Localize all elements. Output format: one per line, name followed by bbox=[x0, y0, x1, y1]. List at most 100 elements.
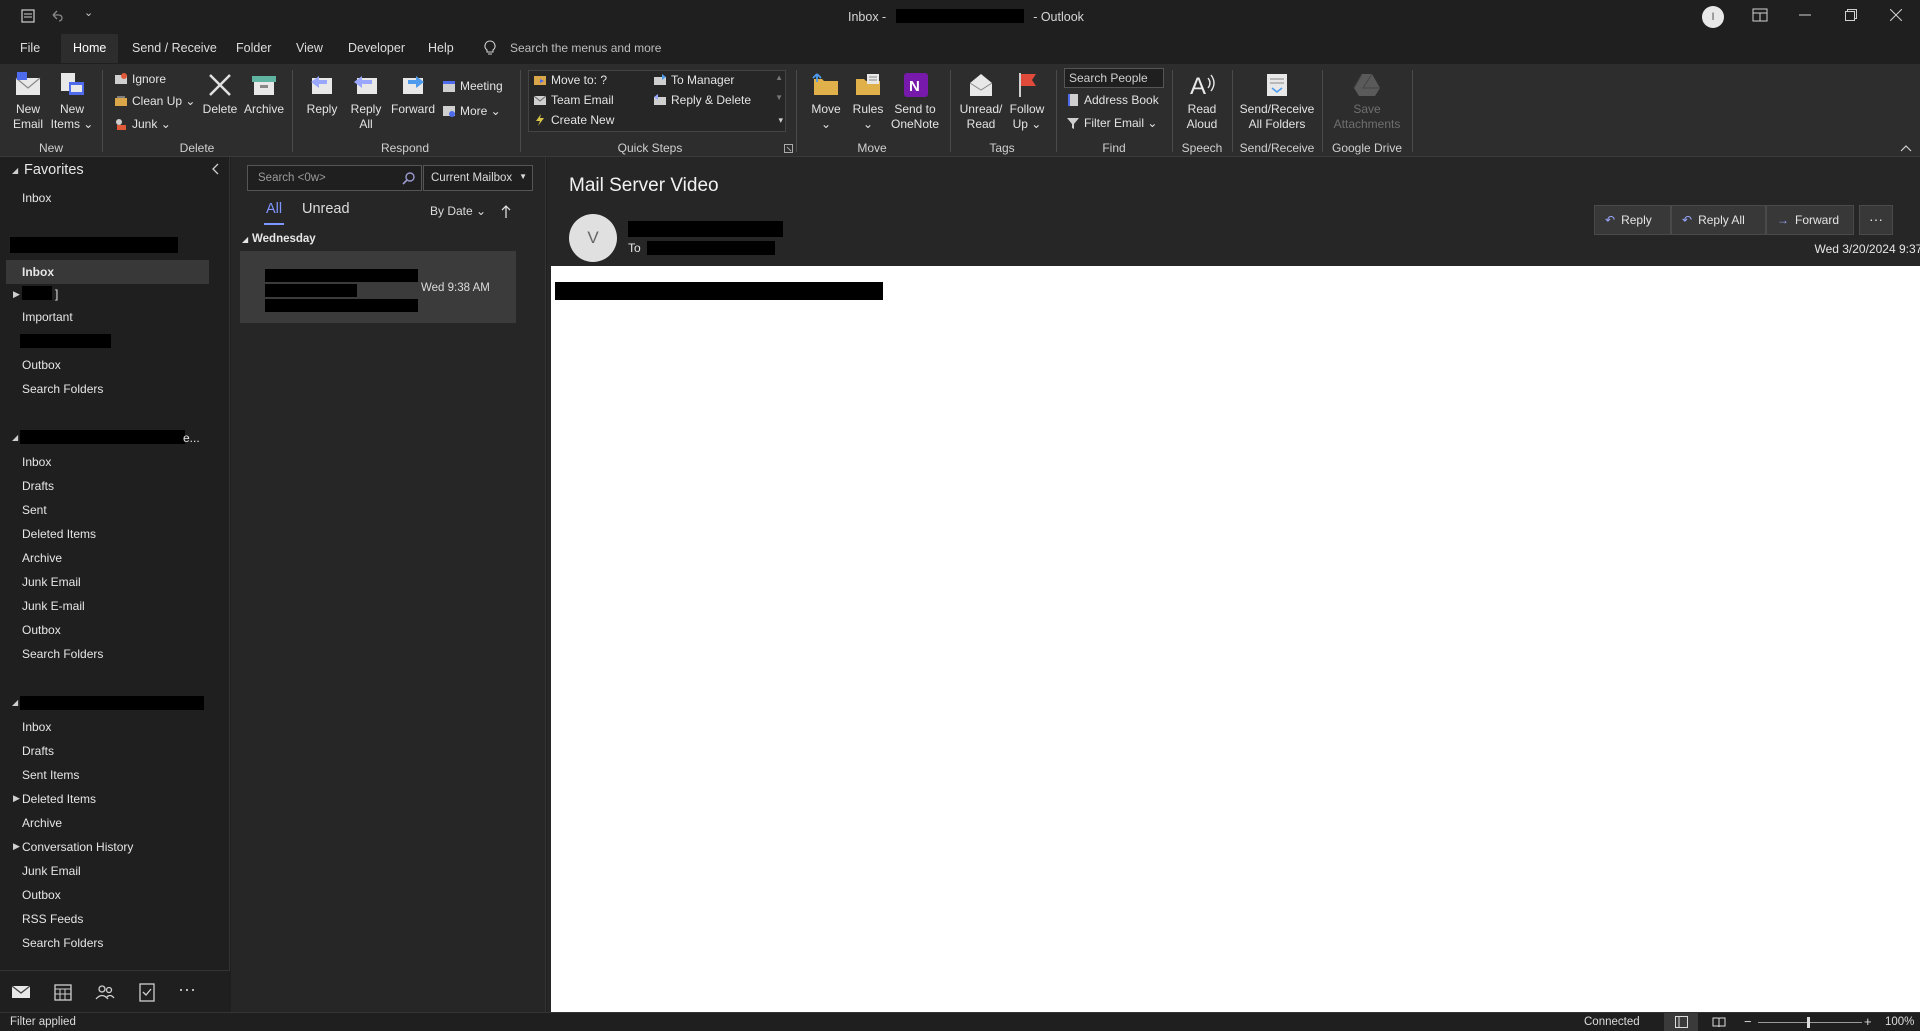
account1-outbox[interactable]: Outbox bbox=[22, 358, 61, 372]
rules-button[interactable]: Rules ⌄ bbox=[848, 70, 888, 132]
account2-drafts[interactable]: Drafts bbox=[22, 479, 54, 493]
quick-step-move-to[interactable]: Move to: ? bbox=[533, 73, 607, 87]
message-row[interactable]: Wed 9:38 AM bbox=[240, 251, 516, 323]
restore-icon[interactable] bbox=[1845, 9, 1857, 21]
tab-folder[interactable]: Folder bbox=[236, 41, 271, 55]
reading-view-icon[interactable] bbox=[1712, 1017, 1726, 1028]
normal-view-button[interactable] bbox=[1664, 1013, 1698, 1031]
account2-junk-email[interactable]: Junk Email bbox=[22, 575, 81, 589]
collapse-ribbon-icon[interactable] bbox=[1900, 144, 1912, 152]
filter-tab-all[interactable]: All bbox=[266, 201, 282, 217]
tab-help[interactable]: Help bbox=[428, 41, 454, 55]
group-header-wednesday[interactable]: ◢ Wednesday bbox=[240, 231, 531, 251]
search-icon[interactable] bbox=[402, 171, 416, 185]
delete-button[interactable]: Delete bbox=[200, 70, 240, 117]
quick-step-reply-delete[interactable]: Reply & Delete bbox=[653, 93, 751, 107]
sort-direction-icon[interactable] bbox=[501, 205, 511, 219]
account3-conversation-history[interactable]: Conversation History bbox=[22, 840, 133, 854]
message-body[interactable] bbox=[551, 266, 1920, 1012]
tell-me-search[interactable]: Search the menus and more bbox=[510, 41, 661, 55]
customize-quick-access-icon[interactable]: ⌄ bbox=[84, 6, 93, 19]
account3-search-folders[interactable]: Search Folders bbox=[22, 936, 103, 950]
search-input[interactable]: Search <0w> bbox=[247, 165, 422, 191]
sender-avatar[interactable]: V bbox=[569, 214, 617, 262]
account1-inbox[interactable]: Inbox bbox=[6, 260, 209, 284]
address-book-button[interactable]: Address Book bbox=[1066, 93, 1159, 107]
favorite-inbox[interactable]: Inbox bbox=[22, 191, 51, 205]
move-button[interactable]: Move ⌄ bbox=[806, 70, 846, 132]
quick-steps-launcher-icon[interactable] bbox=[784, 144, 793, 153]
favorites-header[interactable]: Favorites bbox=[24, 162, 84, 178]
tasks-icon[interactable] bbox=[136, 981, 158, 1003]
send-to-onenote-button[interactable]: N Send to OneNote bbox=[890, 70, 940, 132]
more-respond-button[interactable]: More ⌄ bbox=[442, 104, 501, 118]
tab-home[interactable]: Home bbox=[61, 34, 119, 63]
send-receive-all-button[interactable]: Send/Receive All Folders bbox=[1238, 70, 1316, 132]
follow-up-button[interactable]: Follow Up ⌄ bbox=[1006, 70, 1048, 132]
account1-search-folders[interactable]: Search Folders bbox=[22, 382, 103, 396]
minimize-icon[interactable] bbox=[1799, 14, 1811, 16]
meeting-button[interactable]: Meeting bbox=[442, 79, 503, 93]
account1-important[interactable]: Important bbox=[22, 310, 73, 324]
unread-read-button[interactable]: Unread/Read bbox=[958, 70, 1004, 132]
account3-sent-items[interactable]: Sent Items bbox=[22, 768, 79, 782]
forward-button[interactable]: → Forward bbox=[1766, 205, 1854, 235]
people-icon[interactable] bbox=[94, 981, 116, 1003]
account2-sent[interactable]: Sent bbox=[22, 503, 47, 517]
user-avatar[interactable]: I bbox=[1702, 6, 1724, 28]
clean-up-button[interactable]: Clean Up ⌄ bbox=[114, 94, 195, 108]
ribbon-display-options-icon[interactable] bbox=[1752, 8, 1768, 22]
tab-view[interactable]: View bbox=[296, 41, 323, 55]
close-icon[interactable] bbox=[1890, 9, 1902, 21]
calendar-icon[interactable] bbox=[52, 981, 74, 1003]
undo-icon[interactable] bbox=[50, 9, 64, 23]
sort-by-date[interactable]: By Date ⌄ bbox=[430, 204, 486, 218]
account2-deleted-items[interactable]: Deleted Items bbox=[22, 527, 96, 541]
reply-all-button[interactable]: ↶ Reply All bbox=[1671, 205, 1766, 235]
zoom-level[interactable]: 100% bbox=[1885, 1016, 1914, 1028]
reply-button[interactable]: Reply bbox=[302, 70, 342, 117]
account3-inbox[interactable]: Inbox bbox=[22, 720, 51, 734]
tab-file[interactable]: File bbox=[20, 41, 40, 55]
account2-outbox[interactable]: Outbox bbox=[22, 623, 61, 637]
junk-button[interactable]: Junk ⌄ bbox=[114, 117, 171, 131]
filter-email-button[interactable]: Filter Email ⌄ bbox=[1066, 116, 1157, 130]
expand-conversation-history-icon[interactable]: ▶ bbox=[13, 841, 20, 852]
quick-steps-scroll-down[interactable]: ▼ bbox=[775, 93, 783, 102]
quick-step-create-new[interactable]: Create New bbox=[533, 113, 614, 127]
expand-account3-icon[interactable]: ◢ bbox=[12, 698, 18, 707]
read-aloud-button[interactable]: A Read Aloud bbox=[1178, 70, 1226, 132]
ignore-button[interactable]: Ignore bbox=[114, 72, 166, 86]
more-actions-button[interactable]: ··· bbox=[1859, 205, 1893, 235]
expand-account2-icon[interactable]: ◢ bbox=[12, 433, 18, 442]
search-people-input[interactable]: Search People bbox=[1064, 68, 1164, 88]
new-items-button[interactable]: New Items ⌄ bbox=[50, 70, 94, 132]
filter-tab-unread[interactable]: Unread bbox=[302, 201, 350, 217]
mail-icon[interactable] bbox=[10, 981, 32, 1003]
expand-favorites-icon[interactable]: ◢ bbox=[12, 166, 18, 175]
reply-all-button[interactable]: Reply All bbox=[344, 70, 388, 132]
account2-inbox[interactable]: Inbox bbox=[22, 455, 51, 469]
new-email-button[interactable]: New Email bbox=[8, 70, 48, 132]
account2-archive[interactable]: Archive bbox=[22, 551, 62, 565]
expand-deleted-items-icon[interactable]: ▶ bbox=[13, 793, 20, 804]
account3-rss-feeds[interactable]: RSS Feeds bbox=[22, 912, 83, 926]
account3-archive[interactable]: Archive bbox=[22, 816, 62, 830]
account2-search-folders[interactable]: Search Folders bbox=[22, 647, 103, 661]
expand-folder-icon[interactable]: ▶ bbox=[13, 289, 20, 300]
account2-junk-e-mail[interactable]: Junk E-mail bbox=[22, 599, 85, 613]
account3-outbox[interactable]: Outbox bbox=[22, 888, 61, 902]
save-attachments-button[interactable]: Save Attachments bbox=[1328, 70, 1406, 132]
zoom-out-button[interactable]: − bbox=[1744, 1014, 1752, 1029]
forward-button[interactable]: Forward bbox=[390, 70, 436, 117]
zoom-slider[interactable] bbox=[1758, 1022, 1862, 1023]
tab-send-receive[interactable]: Send / Receive bbox=[132, 41, 217, 55]
zoom-in-button[interactable]: + bbox=[1864, 1014, 1872, 1029]
sendreceive-quick-icon[interactable] bbox=[20, 8, 36, 24]
more-modules-icon[interactable]: ··· bbox=[178, 979, 196, 1000]
account3-deleted-items[interactable]: Deleted Items bbox=[22, 792, 96, 806]
quick-steps-expand[interactable]: ▾ bbox=[778, 115, 783, 126]
quick-step-team-email[interactable]: Team Email bbox=[533, 93, 614, 107]
tab-developer[interactable]: Developer bbox=[348, 41, 405, 55]
quick-steps-scroll-up[interactable]: ▲ bbox=[775, 73, 783, 82]
